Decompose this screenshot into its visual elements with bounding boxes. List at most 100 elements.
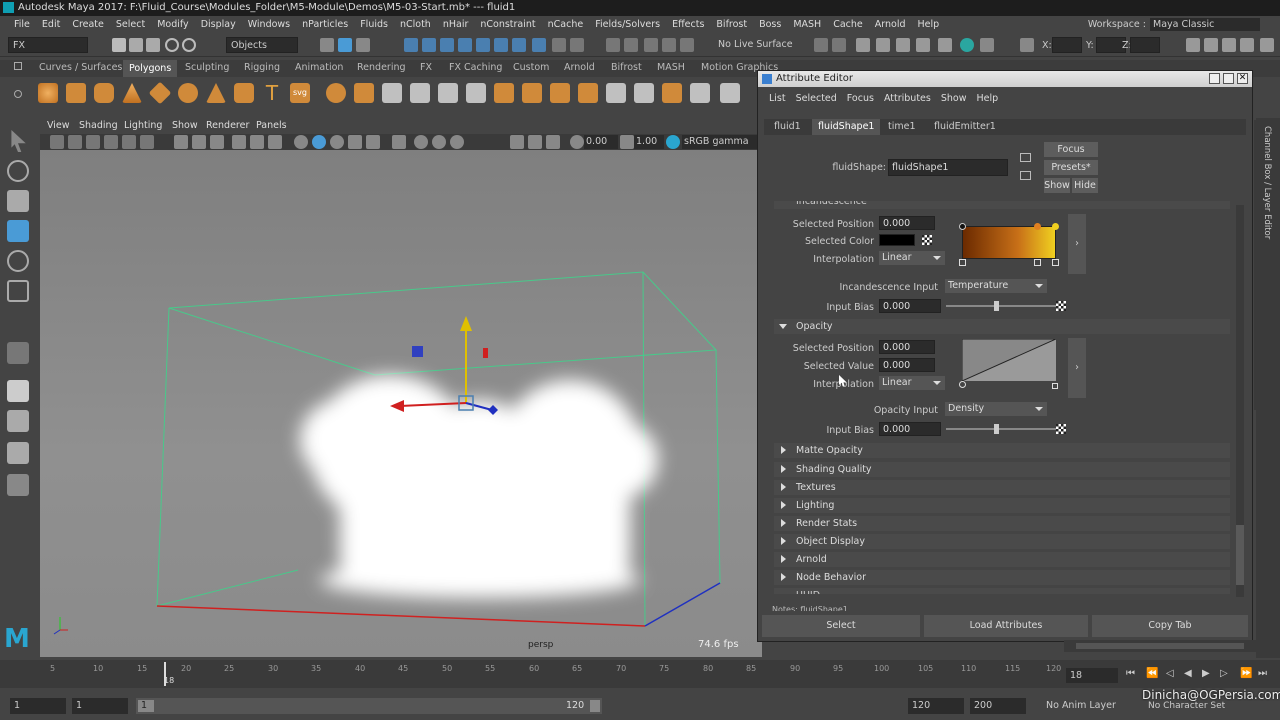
horizontal-scrollbar-thumb[interactable] bbox=[1076, 643, 1244, 649]
reduce-icon[interactable] bbox=[720, 83, 740, 103]
section-opacity-header[interactable]: Opacity bbox=[774, 319, 1230, 334]
x-field[interactable] bbox=[1052, 37, 1082, 53]
menu-boss[interactable]: Boss bbox=[753, 19, 787, 30]
snap-center-icon[interactable] bbox=[494, 38, 508, 52]
close-icon[interactable]: ✕ bbox=[1237, 73, 1248, 84]
opacity-ramp-handle-1[interactable] bbox=[1052, 383, 1058, 389]
select-button[interactable]: Select bbox=[762, 615, 920, 637]
copy-tab-button[interactable]: Copy Tab bbox=[1092, 615, 1248, 637]
menu-fluids[interactable]: Fluids bbox=[354, 19, 394, 30]
menu-cache[interactable]: Cache bbox=[827, 19, 869, 30]
range-start-handle[interactable]: 1 bbox=[138, 700, 154, 712]
inc-ramp-top-handle-0[interactable] bbox=[959, 223, 966, 230]
panel-menu-show[interactable]: Show bbox=[172, 120, 198, 131]
animation-start-field[interactable]: 1 bbox=[10, 698, 66, 714]
z-field[interactable] bbox=[1130, 37, 1160, 53]
opacity-input-bias-slider-handle[interactable] bbox=[994, 424, 999, 434]
menu-file[interactable]: File bbox=[8, 19, 36, 30]
extrude-icon[interactable] bbox=[438, 83, 458, 103]
select-component-icon[interactable] bbox=[356, 38, 370, 52]
panel-menu-panels[interactable]: Panels bbox=[256, 120, 287, 131]
menu-fields-solvers[interactable]: Fields/Solvers bbox=[589, 19, 666, 30]
snap-surface-icon[interactable] bbox=[476, 38, 490, 52]
channel-box-label[interactable]: Channel Box / Layer Editor bbox=[1262, 126, 1272, 239]
menu-nhair[interactable]: nHair bbox=[437, 19, 475, 30]
tab-fluidshape1[interactable]: fluidShape1 bbox=[812, 119, 881, 135]
menu-bifrost[interactable]: Bifrost bbox=[710, 19, 753, 30]
section-shading-quality[interactable]: Shading Quality bbox=[774, 462, 1230, 477]
ae-menu-selected[interactable]: Selected bbox=[791, 93, 842, 104]
opacity-input-dropdown[interactable]: Density bbox=[945, 402, 1047, 416]
opacity-ramp-handle-0[interactable] bbox=[959, 381, 966, 388]
collapse-icon[interactable] bbox=[662, 83, 682, 103]
arnold-render-icon[interactable] bbox=[960, 38, 974, 52]
section-textures[interactable]: Textures bbox=[774, 480, 1230, 495]
opacity-selected-position-field[interactable]: 0.000 bbox=[879, 340, 935, 354]
inc-ramp-top-handle-1[interactable] bbox=[1034, 223, 1041, 230]
step-back-key-icon[interactable]: ◁ bbox=[1166, 668, 1178, 680]
menu-display[interactable]: Display bbox=[195, 19, 242, 30]
ae-scrollbar-thumb[interactable] bbox=[1236, 525, 1244, 585]
safe-action-icon[interactable] bbox=[268, 135, 282, 149]
range-bar[interactable]: 1 120 bbox=[136, 698, 602, 714]
render-frame-icon[interactable] bbox=[876, 38, 890, 52]
new-scene-icon[interactable] bbox=[112, 38, 126, 52]
section-arnold[interactable]: Arnold bbox=[774, 552, 1230, 567]
tab-time1[interactable]: time1 bbox=[882, 119, 922, 135]
inc-input-dropdown[interactable]: Temperature bbox=[945, 279, 1047, 293]
load-attributes-button[interactable]: Load Attributes bbox=[924, 615, 1088, 637]
open-scene-icon[interactable] bbox=[129, 38, 143, 52]
current-frame-field[interactable]: 18 bbox=[1066, 668, 1118, 683]
ae-menu-list[interactable]: List bbox=[764, 93, 791, 104]
poly-type-icon[interactable]: T bbox=[262, 83, 282, 103]
smooth-shade-icon[interactable] bbox=[312, 135, 326, 149]
section-uuid[interactable]: UUID bbox=[774, 588, 1230, 594]
horizontal-scrollbar[interactable] bbox=[1064, 640, 1256, 652]
section-node-behavior[interactable]: Node Behavior bbox=[774, 570, 1230, 585]
menu-effects[interactable]: Effects bbox=[666, 19, 710, 30]
opacity-interpolation-dropdown[interactable]: Linear bbox=[879, 376, 945, 390]
color-picker-icon[interactable] bbox=[922, 235, 932, 245]
inc-ramp-bottom-handle-0[interactable] bbox=[959, 259, 966, 266]
poly-sphere-icon[interactable] bbox=[38, 83, 58, 103]
undo-icon[interactable] bbox=[165, 38, 179, 52]
isolate-select-icon[interactable] bbox=[510, 135, 524, 149]
rotate-tool-icon[interactable] bbox=[7, 250, 29, 272]
snap-together-icon[interactable] bbox=[512, 38, 526, 52]
shelf-tab-polygons[interactable]: Polygons bbox=[123, 60, 178, 77]
anti-aliasing-icon[interactable] bbox=[450, 135, 464, 149]
menu-nconstraint[interactable]: nConstraint bbox=[474, 19, 541, 30]
construction-history-icon[interactable] bbox=[570, 38, 584, 52]
lasso-select-icon[interactable] bbox=[606, 38, 620, 52]
side-scrollbar[interactable] bbox=[1254, 120, 1262, 410]
section-render-stats[interactable]: Render Stats bbox=[774, 516, 1230, 531]
append-polygon-icon[interactable] bbox=[634, 83, 654, 103]
select-camera-icon[interactable] bbox=[50, 135, 64, 149]
live-surface-label[interactable]: No Live Surface bbox=[718, 39, 793, 50]
shelf-tab-sculpting[interactable]: Sculpting bbox=[185, 62, 229, 73]
multi-cut-icon[interactable] bbox=[522, 83, 542, 103]
poly-pyramid-icon[interactable] bbox=[206, 83, 226, 103]
playback-end-field[interactable]: 120 bbox=[908, 698, 964, 714]
inc-input-bias-slider[interactable] bbox=[946, 305, 1058, 307]
toggle-tool-settings-icon[interactable] bbox=[1222, 38, 1236, 52]
bevel-icon[interactable] bbox=[494, 83, 514, 103]
shadows-icon[interactable] bbox=[392, 135, 406, 149]
attributes-scroll-area[interactable]: Incandescence Selected Position 0.000 Se… bbox=[758, 201, 1252, 607]
attribute-editor-title-bar[interactable]: Attribute Editor ✕ bbox=[758, 71, 1252, 87]
image-plane-icon[interactable] bbox=[104, 135, 118, 149]
toggle-layer-editor-icon[interactable] bbox=[1260, 38, 1274, 52]
use-all-lights-icon[interactable] bbox=[366, 135, 380, 149]
render-settings-icon[interactable] bbox=[856, 38, 870, 52]
toggle-channel-box-icon[interactable] bbox=[1240, 38, 1254, 52]
poly-pipe-icon[interactable] bbox=[234, 83, 254, 103]
redo-icon[interactable] bbox=[182, 38, 196, 52]
menu-create[interactable]: Create bbox=[66, 19, 110, 30]
camera-attributes-icon[interactable] bbox=[68, 135, 82, 149]
opacity-input-bias-field[interactable]: 0.000 bbox=[879, 422, 941, 436]
paint-select-tool-icon[interactable] bbox=[7, 190, 29, 212]
gamma-icon[interactable] bbox=[620, 135, 634, 149]
reflection-icon[interactable] bbox=[662, 38, 676, 52]
focus-button[interactable]: Focus bbox=[1044, 142, 1098, 157]
transform-mode-icon[interactable] bbox=[1020, 38, 1034, 52]
